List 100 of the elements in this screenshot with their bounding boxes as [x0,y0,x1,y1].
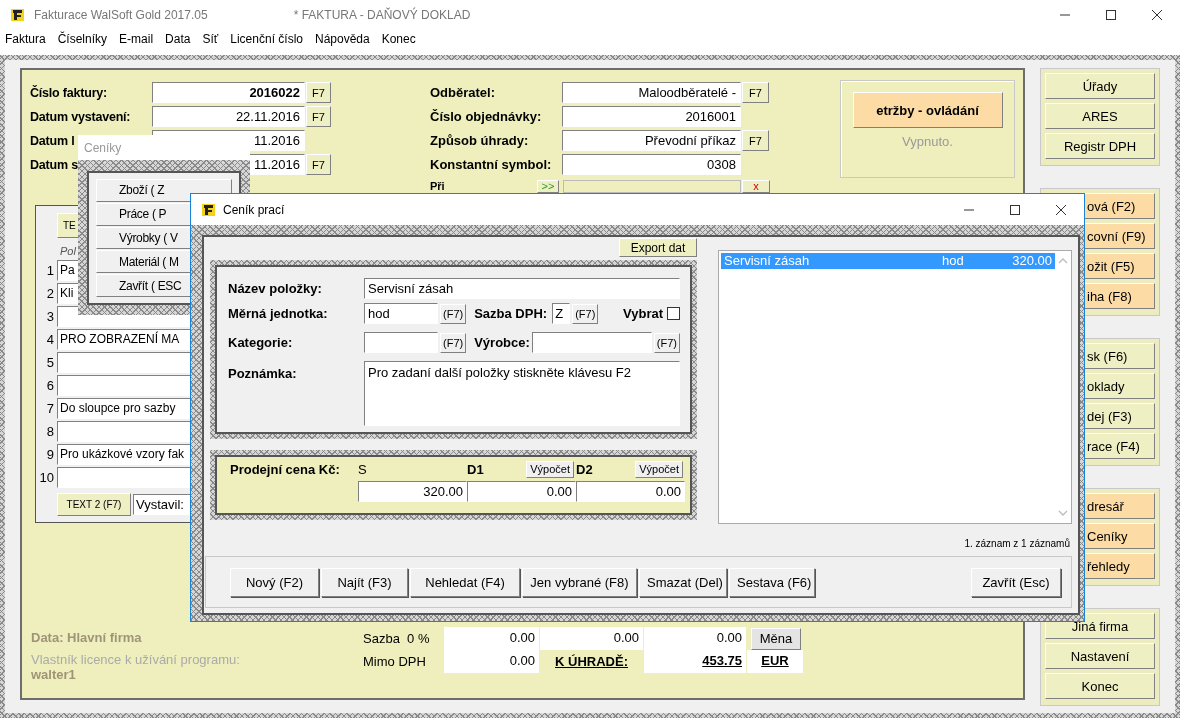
net-label: Mimo DPH [363,654,427,669]
input-field[interactable]: 2016001 [562,106,741,127]
company-text: Data: Hlavní firma [31,630,142,645]
menu-item[interactable]: Licenční číslo [224,32,309,46]
column-header: S [358,461,367,477]
text-button[interactable]: TEXT 2 (F7) [57,492,131,516]
field-label: Číslo faktury: [30,85,109,100]
field-label: Poznámka: [228,365,298,381]
menu-item[interactable]: Číselníky [51,32,114,46]
row-number: 5 [45,355,54,370]
field-label: Způsob úhrady: [430,133,530,148]
lookup-button[interactable]: (F7) [572,303,599,324]
checkbox[interactable] [667,307,680,320]
close-icon [1055,203,1067,216]
lookup-button[interactable]: F7 [306,154,331,175]
input-field[interactable]: 2016022 [152,82,305,103]
action-button[interactable]: Nehledat (F4) [410,567,520,597]
total-cell: 453.75 [644,650,746,673]
lookup-button[interactable]: (F7) [440,332,467,353]
action-button[interactable]: Jen vybrané (F8) [522,567,637,597]
menu-item[interactable]: Konec [375,32,422,46]
amount-cell: 0.00 [540,627,643,650]
export-button[interactable]: Export dat [619,238,697,257]
app-icon [10,7,26,23]
field-label: Konstantní symbol: [430,157,553,172]
amount-cell: 0.00 [644,627,746,650]
app-icon [201,201,217,218]
clear-button[interactable]: x [742,180,770,193]
document-title: * FAKTURA - DAŇOVÝ DOKLAD [293,8,471,22]
side-button[interactable]: Konec [1045,673,1155,699]
maker-field[interactable] [531,332,652,353]
amount-cell: 0.00 [444,650,539,673]
row-number: 4 [45,332,54,347]
field-label: Číslo objednávky: [430,109,543,124]
field-label: Kategorie: [228,335,294,350]
menu-item[interactable]: Faktura [0,32,52,46]
dialog-title: Ceníky [84,140,122,155]
row-number: 1 [45,263,54,278]
input-field[interactable]: 0308 [562,154,741,175]
calculate-button[interactable]: Výpočet [635,460,683,478]
input-field[interactable]: Převodní příkaz [562,130,741,151]
lookup-button[interactable]: F7 [306,106,331,127]
column-header: D1 [467,461,484,477]
action-button[interactable]: Smazat (Del) [639,567,727,597]
amount-cell: 0.00 [444,627,539,650]
row-number: 6 [45,378,54,393]
field-label: Datum s [30,157,79,172]
field-label: Datum l [30,133,76,148]
menu-item[interactable]: Data [159,32,197,46]
field-label: Měrná jednotka: [228,306,329,321]
licensee-name: walter1 [31,667,76,682]
license-text: Vlastník licence k užívání programu: [31,652,240,667]
close-dialog-button[interactable]: Zavřít (Esc) [971,567,1061,597]
checkbox-label: Vybrat [623,306,663,321]
row-number: 3 [45,309,54,324]
column-header: D2 [576,461,593,477]
maximize-icon [1009,203,1021,216]
action-button[interactable]: Sestava (F6) [729,567,815,597]
row-number: 10 [38,470,54,485]
action-button[interactable]: Nový (F2) [230,567,319,597]
calculate-button[interactable]: Výpočet [526,460,574,478]
price-field[interactable]: 320.00 [358,481,467,502]
input-field[interactable] [563,180,741,193]
menu-item[interactable]: E-mail [113,32,160,46]
field-label: Při [430,180,446,192]
lookup-button[interactable]: F7 [742,130,769,151]
field-label: Výrobce: [474,335,530,350]
field-label: Odběratel: [430,85,496,100]
status-text: Vypnuto. [902,134,953,149]
lookup-button[interactable]: F7 [306,82,331,103]
price-field[interactable]: 0.00 [467,481,576,502]
window-title: Fakturace WalSoft Gold 2017.05 [34,8,208,22]
field-label: Sazba DPH: [474,306,548,321]
note-field[interactable]: Pro zadaní další položky stiskněte klávesu F2 [364,361,680,426]
eet-button[interactable]: etržby - ovládání [852,92,1003,128]
menu-item[interactable]: Nápověda [308,32,376,46]
vat-label: Sazba 0 % [363,631,431,646]
action-button[interactable]: Najít (F3) [321,567,408,597]
lookup-button[interactable]: (F7) [440,303,467,324]
maximize-icon [1105,9,1117,21]
input-field[interactable]: Maloodběratelé - [562,82,741,103]
close-icon [1151,9,1163,21]
category-field[interactable] [364,332,438,353]
lookup-button[interactable]: F7 [742,82,769,103]
side-button[interactable]: Nastavení [1045,643,1155,669]
side-button[interactable]: Registr DPH [1045,133,1155,159]
lookup-button[interactable]: (F7) [653,332,680,353]
row-number: 2 [45,286,54,301]
unit-field[interactable]: hod [364,303,438,324]
currency-cell: EUR [747,650,803,673]
menu-item[interactable]: Síť [196,32,225,46]
total-label: K ÚHRADĚ: [554,654,629,669]
price-field[interactable]: 0.00 [576,481,685,502]
currency-button[interactable]: Měna [751,627,801,650]
field-label: Datum vystavení: [30,109,132,124]
input-field[interactable]: 22.11.2016 [152,106,305,127]
side-button[interactable]: Úřady [1045,73,1155,99]
name-field[interactable]: Servisní zásah [364,278,680,299]
vat-field[interactable]: Z [552,303,571,324]
side-button[interactable]: ARES [1045,103,1155,129]
